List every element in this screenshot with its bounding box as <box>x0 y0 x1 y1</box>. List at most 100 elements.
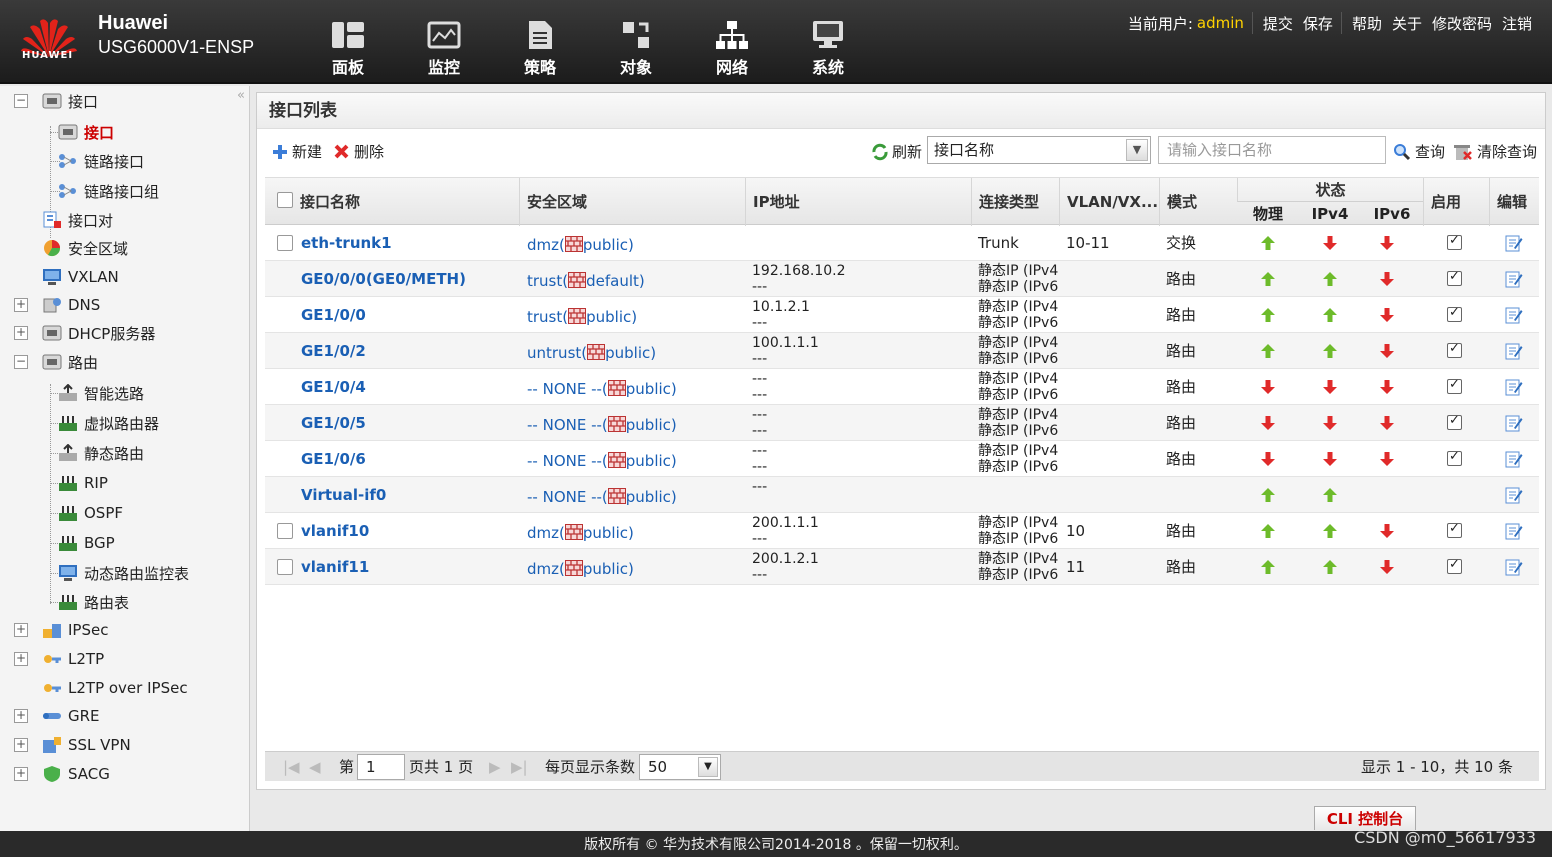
expand-icon[interactable]: + <box>14 652 28 666</box>
expand-icon[interactable]: + <box>14 738 28 752</box>
table-row[interactable]: vlanif10 dmz(public) 200.1.1.1 --- 静态IP (IPv… <box>265 513 1539 549</box>
sidebar-item-smart-routing[interactable]: 智能选路 <box>58 382 144 404</box>
enable-checkbox[interactable] <box>1447 233 1462 250</box>
security-zone-link[interactable]: dmz(public) <box>527 225 747 261</box>
nav-network[interactable]: 网络 <box>684 18 780 78</box>
refresh-button[interactable]: 刷新 <box>871 141 922 162</box>
expand-icon[interactable]: + <box>14 623 28 637</box>
interface-name-link[interactable]: GE0/0/0(GE0/METH) <box>301 261 511 297</box>
security-zone-link[interactable]: -- NONE --(public) <box>527 477 747 513</box>
table-row[interactable]: vlanif11 dmz(public) 200.1.2.1 --- 静态IP (IPv… <box>265 549 1539 585</box>
sidebar-item-routing[interactable]: 路由 <box>42 351 98 373</box>
sidebar-item-dhcp-server[interactable]: DHCP服务器 <box>42 322 155 344</box>
row-checkbox[interactable] <box>277 559 293 575</box>
interface-name-link[interactable]: GE1/0/2 <box>301 333 511 369</box>
table-row[interactable]: GE1/0/0 trust(public) 10.1.2.1 --- 静态IP (IPv… <box>265 297 1539 333</box>
delete-button[interactable]: 删除 <box>333 141 384 162</box>
expand-icon[interactable]: + <box>14 298 28 312</box>
sidebar-item-gre[interactable]: GRE <box>42 705 100 727</box>
save-link[interactable]: 保存 <box>1303 13 1333 34</box>
per-page-select[interactable]: 50 ▼ <box>639 754 721 780</box>
new-button[interactable]: 新建 <box>271 141 322 162</box>
enable-checkbox[interactable] <box>1447 449 1462 466</box>
sidebar-item-dns[interactable]: DNS <box>42 294 100 316</box>
edit-icon[interactable] <box>1505 486 1523 504</box>
row-checkbox[interactable] <box>277 523 293 539</box>
sidebar-item-l2tp[interactable]: L2TP <box>42 648 104 670</box>
prev-page-icon[interactable]: ◀ <box>309 757 321 777</box>
enable-checkbox[interactable] <box>1447 521 1462 538</box>
filter-field-select[interactable]: 接口名称 ▼ <box>927 136 1151 164</box>
page-number-input[interactable]: 1 <box>357 754 405 780</box>
col-mode[interactable]: 模式 <box>1159 178 1237 226</box>
interface-name-link[interactable]: vlanif10 <box>301 513 511 549</box>
enable-checkbox[interactable] <box>1447 305 1462 322</box>
sidebar-item-virtual-router[interactable]: 虚拟路由器 <box>58 412 159 434</box>
enable-checkbox[interactable] <box>1447 557 1462 574</box>
clear-query-button[interactable]: 清除查询 <box>1453 141 1537 162</box>
collapse-icon[interactable]: − <box>14 94 28 108</box>
sidebar-item-link-interface-group[interactable]: 链路接口组 <box>58 180 159 202</box>
enable-checkbox[interactable] <box>1447 269 1462 286</box>
col-zone[interactable]: 安全区域 <box>519 178 745 226</box>
interface-name-link[interactable]: GE1/0/0 <box>301 297 511 333</box>
expand-icon[interactable]: + <box>14 709 28 723</box>
enable-checkbox[interactable] <box>1447 341 1462 358</box>
edit-icon[interactable] <box>1505 270 1523 288</box>
sidebar-item-sacg[interactable]: SACG <box>42 763 110 785</box>
nav-system[interactable]: 系统 <box>780 18 876 78</box>
sidebar-item-bgp[interactable]: BGP <box>58 532 115 554</box>
nav-policy[interactable]: 策略 <box>492 18 588 78</box>
expand-icon[interactable]: + <box>14 326 28 340</box>
col-vlan[interactable]: VLAN/VX... <box>1059 178 1159 226</box>
security-zone-link[interactable]: trust(public) <box>527 297 747 333</box>
table-row[interactable]: eth-trunk1 dmz(public) Trunk 10-11 交换 <box>265 225 1539 261</box>
col-ip[interactable]: IP地址 <box>745 178 971 226</box>
edit-icon[interactable] <box>1505 522 1523 540</box>
cli-console-button[interactable]: CLI 控制台 <box>1314 806 1416 830</box>
next-page-icon[interactable]: ▶ <box>489 757 501 777</box>
sidebar-item-interface-pair[interactable]: 接口对 <box>42 209 113 231</box>
sidebar-item-ospf[interactable]: OSPF <box>58 502 123 524</box>
table-row[interactable]: GE1/0/6 -- NONE --(public) --- --- 静态IP (IPv… <box>265 441 1539 477</box>
edit-icon[interactable] <box>1505 342 1523 360</box>
table-row[interactable]: Virtual-if0 -- NONE --(public) --- <box>265 477 1539 513</box>
sidebar-item-routing-table[interactable]: 路由表 <box>58 591 129 613</box>
first-page-icon[interactable]: |◀ <box>283 757 300 777</box>
security-zone-link[interactable]: trust(default) <box>527 261 747 297</box>
table-row[interactable]: GE1/0/5 -- NONE --(public) --- --- 静态IP (IPv… <box>265 405 1539 441</box>
search-input[interactable]: 请输入接口名称 <box>1158 136 1386 164</box>
sidebar-item-vxlan[interactable]: VXLAN <box>42 266 119 288</box>
about-link[interactable]: 关于 <box>1392 13 1422 34</box>
security-zone-link[interactable]: dmz(public) <box>527 549 747 585</box>
last-page-icon[interactable]: ▶| <box>511 757 528 777</box>
security-zone-link[interactable]: dmz(public) <box>527 513 747 549</box>
table-row[interactable]: GE1/0/2 untrust(public) 100.1.1.1 --- 静态IP (… <box>265 333 1539 369</box>
security-zone-link[interactable]: -- NONE --(public) <box>527 405 747 441</box>
sidebar-item-interface-group[interactable]: 接口 <box>42 90 98 112</box>
interface-name-link[interactable]: vlanif11 <box>301 549 511 585</box>
edit-icon[interactable] <box>1505 378 1523 396</box>
sidebar-item-rip[interactable]: RIP <box>58 472 108 494</box>
edit-icon[interactable] <box>1505 558 1523 576</box>
table-row[interactable]: GE0/0/0(GE0/METH) trust(default) 192.168.1… <box>265 261 1539 297</box>
enable-checkbox[interactable] <box>1447 413 1462 430</box>
collapse-icon[interactable]: − <box>14 355 28 369</box>
edit-icon[interactable] <box>1505 306 1523 324</box>
edit-icon[interactable] <box>1505 234 1523 252</box>
edit-icon[interactable] <box>1505 414 1523 432</box>
select-all-checkbox[interactable] <box>277 192 293 208</box>
interface-name-link[interactable]: GE1/0/4 <box>301 369 511 405</box>
security-zone-link[interactable]: -- NONE --(public) <box>527 441 747 477</box>
sidebar-item-ipsec[interactable]: IPSec <box>42 619 108 641</box>
row-checkbox[interactable] <box>277 235 293 251</box>
sidebar-item-dynamic-route-monitor[interactable]: 动态路由监控表 <box>58 562 189 584</box>
change-password-link[interactable]: 修改密码 <box>1432 13 1492 34</box>
interface-name-link[interactable]: Virtual-if0 <box>301 477 511 513</box>
help-link[interactable]: 帮助 <box>1352 13 1382 34</box>
security-zone-link[interactable]: -- NONE --(public) <box>527 369 747 405</box>
col-conn[interactable]: 连接类型 <box>971 178 1059 226</box>
sidebar-item-ssl-vpn[interactable]: SSL VPN <box>42 734 131 756</box>
interface-name-link[interactable]: eth-trunk1 <box>301 225 511 261</box>
sidebar-item-security-zone[interactable]: 安全区域 <box>42 237 128 259</box>
